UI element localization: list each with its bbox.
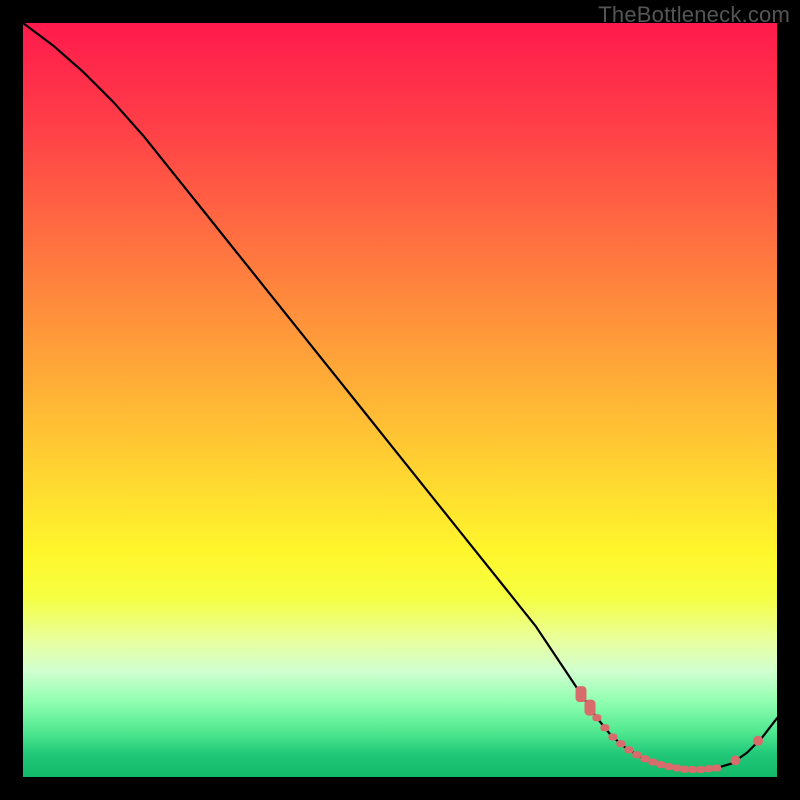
marker-dash [680,766,689,773]
marker-dash [640,755,649,762]
marker-dash [688,766,697,773]
marker-dash [648,759,657,766]
marker-dash [624,746,633,753]
curve-svg [23,23,777,777]
marker-dash [704,765,713,772]
watermark-text: TheBottleneck.com [598,2,790,28]
marker-dash [696,766,705,773]
marker-dash [632,751,641,758]
marker-dash [592,714,601,721]
marker-dot [753,736,763,746]
marker-group [576,686,764,773]
marker-dash [616,740,625,747]
marker-dash [608,734,617,741]
marker-cap [585,700,596,716]
marker-cap [576,686,587,702]
marker-dash [656,761,665,768]
bottleneck-curve [23,23,777,770]
marker-dash [600,724,609,731]
chart-stage: TheBottleneck.com [0,0,800,800]
marker-dash [672,765,681,772]
marker-dot [731,755,741,765]
marker-dash [712,765,721,772]
marker-dash [664,763,673,770]
plot-area [23,23,777,777]
